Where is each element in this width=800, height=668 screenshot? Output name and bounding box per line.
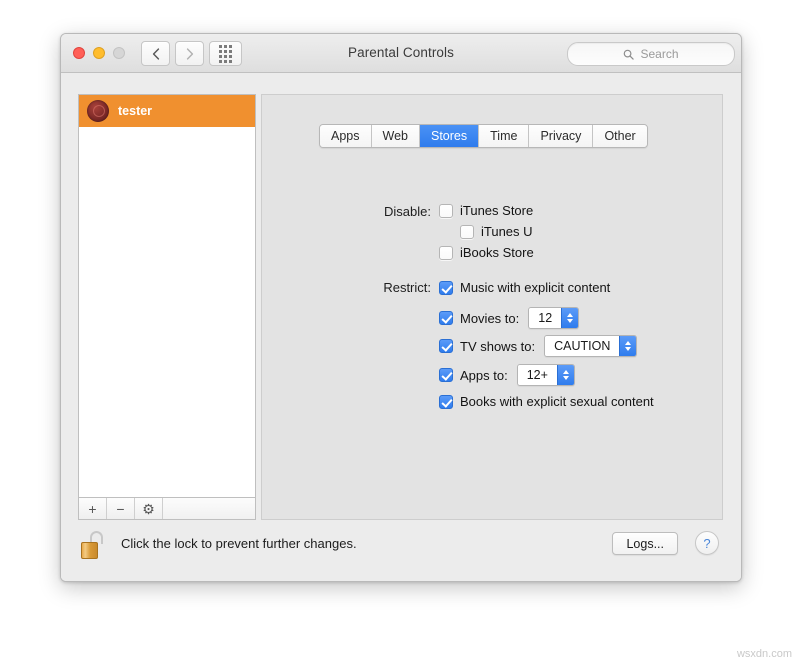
checkbox-apps-row[interactable]: Apps to: 12+ xyxy=(439,364,575,386)
tab-time[interactable]: Time xyxy=(479,125,530,147)
search-field[interactable]: Search xyxy=(567,42,735,66)
tab-bar: Apps Web Stores Time Privacy Other xyxy=(319,124,648,148)
checkbox-music-explicit-row[interactable]: Music with explicit content xyxy=(439,280,610,295)
user-name-label: tester xyxy=(118,104,153,118)
window-bottom-bar: Click the lock to prevent further change… xyxy=(61,521,741,581)
stepper-apps-value: 12+ xyxy=(517,365,557,385)
lock-hint-text: Click the lock to prevent further change… xyxy=(121,536,357,551)
search-icon xyxy=(624,49,635,60)
tab-apps[interactable]: Apps xyxy=(320,125,372,147)
tab-web[interactable]: Web xyxy=(371,125,420,147)
checkbox-music-explicit[interactable] xyxy=(439,280,453,295)
chevron-down-icon xyxy=(567,319,574,323)
restrict-label: Restrict: xyxy=(383,280,431,295)
add-user-button[interactable]: + xyxy=(79,498,107,519)
checkbox-ibooks-store[interactable] xyxy=(439,245,453,260)
chevron-up-icon xyxy=(625,341,632,345)
checkbox-movies-label: Movies to: xyxy=(460,310,520,326)
checkbox-books-explicit-row[interactable]: Books with explicit sexual content xyxy=(439,394,654,409)
gear-icon: ⚙ xyxy=(142,500,155,517)
checkbox-itunes-store[interactable] xyxy=(439,203,453,218)
checkbox-tvshows-row[interactable]: TV shows to: CAUTION xyxy=(439,335,638,357)
help-button[interactable]: ? xyxy=(695,531,719,555)
checkbox-tvshows-label: TV shows to: xyxy=(460,338,536,354)
user-settings-button[interactable]: ⚙ xyxy=(135,498,163,519)
checkbox-movies-row[interactable]: Movies to: 12 xyxy=(439,307,580,329)
checkbox-itunes-store-row[interactable]: iTunes Store xyxy=(439,203,533,218)
minus-icon: − xyxy=(116,500,125,517)
stepper-apps-arrows[interactable] xyxy=(556,365,574,385)
checkbox-books-explicit-label: Books with explicit sexual content xyxy=(460,394,654,409)
stepper-tvshows-rating[interactable]: CAUTION xyxy=(544,335,638,357)
checkbox-itunes-u-row[interactable]: iTunes U xyxy=(460,224,533,239)
parental-controls-window: Parental Controls Search tester + − ⚙ Ap… xyxy=(60,33,742,582)
checkbox-books-explicit[interactable] xyxy=(439,394,453,409)
footer-filler xyxy=(163,498,255,519)
checkbox-apps[interactable] xyxy=(439,368,453,382)
checkbox-itunes-u[interactable] xyxy=(460,224,474,239)
padlock-body-icon xyxy=(81,542,98,559)
logs-button[interactable]: Logs... xyxy=(612,532,678,555)
checkbox-music-explicit-label: Music with explicit content xyxy=(460,280,611,295)
tab-stores[interactable]: Stores xyxy=(419,125,480,147)
checkbox-itunes-store-label: iTunes Store xyxy=(460,203,534,218)
user-list-footer: + − ⚙ xyxy=(78,498,256,520)
watermark: wsxdn.com xyxy=(736,648,792,660)
sidebar-item-tester[interactable]: tester xyxy=(79,95,255,127)
checkbox-ibooks-store-label: iBooks Store xyxy=(460,245,534,260)
checkbox-apps-label: Apps to: xyxy=(460,367,508,383)
remove-user-button[interactable]: − xyxy=(107,498,135,519)
chevron-down-icon xyxy=(562,376,569,380)
checkbox-itunes-u-label: iTunes U xyxy=(481,224,533,239)
user-list: tester xyxy=(78,94,256,498)
stepper-movies-arrows[interactable] xyxy=(561,308,579,328)
window-titlebar: Parental Controls Search xyxy=(61,34,741,73)
window-body: tester + − ⚙ Apps Web Stores Time Privac… xyxy=(61,73,741,581)
user-avatar-icon xyxy=(87,100,109,122)
stepper-tvshows-value: CAUTION xyxy=(545,336,620,356)
stepper-tvshows-arrows[interactable] xyxy=(619,336,637,356)
disable-label: Disable: xyxy=(384,204,431,219)
stepper-apps-rating[interactable]: 12+ xyxy=(516,364,575,386)
checkbox-ibooks-store-row[interactable]: iBooks Store xyxy=(439,245,534,260)
tab-other[interactable]: Other xyxy=(593,125,647,147)
stepper-movies-value: 12 xyxy=(529,308,562,328)
checkbox-movies[interactable] xyxy=(439,311,453,325)
stepper-movies-rating[interactable]: 12 xyxy=(528,307,580,329)
screenshot-canvas: Parental Controls Search tester + − ⚙ Ap… xyxy=(0,0,800,668)
chevron-up-icon xyxy=(562,370,569,374)
tab-privacy[interactable]: Privacy xyxy=(529,125,594,147)
plus-icon: + xyxy=(88,500,97,517)
checkbox-tvshows[interactable] xyxy=(439,339,453,353)
chevron-down-icon xyxy=(625,347,632,351)
chevron-up-icon xyxy=(567,313,574,317)
lock-button[interactable] xyxy=(81,531,103,559)
stores-form: Disable: iTunes Store iTunes U iBooks St… xyxy=(261,94,723,520)
search-placeholder: Search xyxy=(640,47,679,61)
